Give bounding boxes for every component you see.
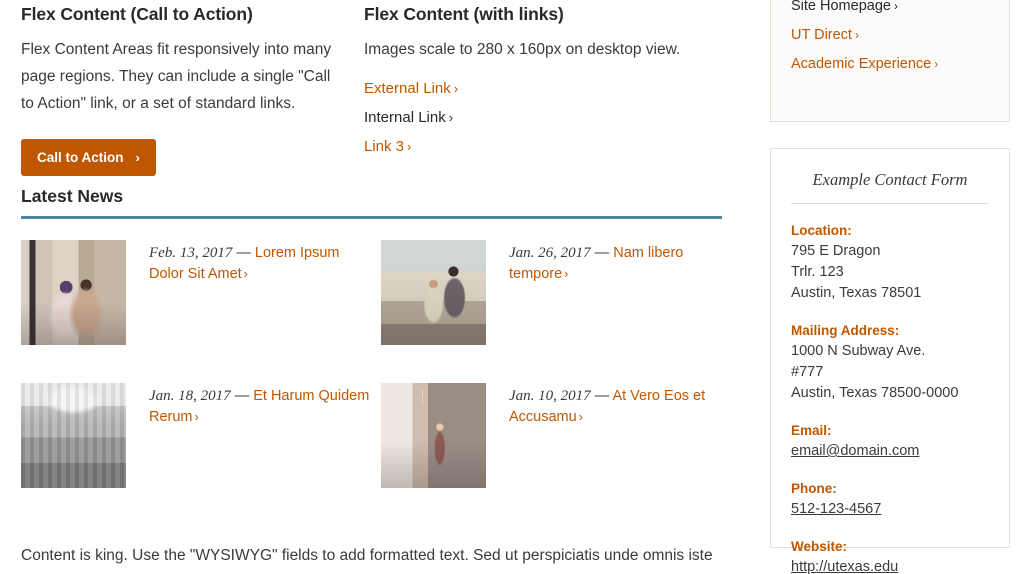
news-item-text: Feb. 13, 2017 — Lorem Ipsum Dolor Sit Am… [126, 240, 373, 345]
contact-value-line: Trlr. 123 [791, 264, 844, 280]
news-item[interactable]: Feb. 13, 2017 — Lorem Ipsum Dolor Sit Am… [0, 240, 373, 345]
sidebar-link-label: Site Homepage [791, 0, 891, 14]
news-item-dash: — [594, 388, 610, 404]
latest-news-heading: Latest News [21, 186, 124, 206]
main-content: Flex Content (Call to Action) Flex Conte… [0, 0, 746, 574]
chevron-right-icon: › [194, 410, 199, 424]
chevron-right-icon: › [453, 81, 459, 96]
right-sidebar: headline). Site Homepage› UT Direct› Aca… [746, 0, 1024, 574]
chevron-right-icon: › [448, 110, 454, 125]
chevron-right-icon: › [407, 139, 412, 154]
contact-block-website: Website: http://utexas.edu [791, 536, 989, 574]
news-item[interactable]: Jan. 10, 2017 — At Vero Eos et Accusamu › [373, 383, 746, 488]
flex-link-three-label: Link 3 [364, 138, 405, 155]
chevron-right-icon: › [564, 267, 569, 281]
contact-block-mailing-address: Mailing Address: 1000 N Subway Ave. #777… [791, 320, 989, 404]
news-thumbnail-image [381, 240, 486, 345]
flex-link-three[interactable]: Link 3 › [364, 133, 716, 161]
sidebar-link-academic-experience[interactable]: Academic Experience › [791, 50, 989, 79]
flex-content-links: Flex Content (with links) Images scale t… [356, 4, 726, 176]
news-item-date: Jan. 10, 2017 [509, 388, 591, 404]
flex-cta-body: Flex Content Areas fit responsively into… [21, 41, 332, 112]
chevron-right-icon: › [578, 410, 583, 424]
contact-phone-link[interactable]: 512-123-4567 [791, 499, 881, 520]
chevron-right-icon: › [243, 267, 248, 281]
contact-label: Location: [791, 223, 852, 238]
chevron-right-icon: › [854, 28, 859, 42]
news-item-date: Jan. 18, 2017 [149, 388, 231, 404]
flex-content-cta: Flex Content (Call to Action) Flex Conte… [0, 4, 356, 176]
news-item-dash: — [236, 245, 251, 261]
flex-link-external-label: External Link [364, 80, 451, 97]
news-item-text: Jan. 18, 2017 — Et Harum Quidem Rerum › [126, 383, 373, 488]
contact-form-card: Example Contact Form Location: 795 E Dra… [770, 148, 1010, 574]
news-item-date: Jan. 26, 2017 [509, 245, 591, 261]
page-root: Flex Content (Call to Action) Flex Conte… [0, 0, 1024, 574]
flex-link-internal-label: Internal Link [364, 109, 446, 126]
contact-email-link[interactable]: email@domain.com [791, 441, 919, 462]
contact-block-email: Email: email@domain.com [791, 420, 989, 462]
news-item-text: Jan. 10, 2017 — At Vero Eos et Accusamu › [486, 383, 746, 488]
contact-value-line: Austin, Texas 78501 [791, 285, 922, 301]
flex-content-row: Flex Content (Call to Action) Flex Conte… [0, 0, 746, 176]
sidebar-link-site-homepage[interactable]: Site Homepage › [791, 0, 989, 21]
sidebar-link-label: Academic Experience [791, 56, 932, 72]
contact-label: Email: [791, 423, 832, 438]
contact-divider [791, 203, 989, 204]
latest-news-section: Latest News Feb. 13, 2017 — Lorem Ipsum … [0, 186, 746, 526]
flex-cta-title: Flex Content (Call to Action) [21, 4, 253, 24]
contact-form-title: Example Contact Form [812, 170, 968, 189]
contact-value-line: Austin, Texas 78500-0000 [791, 385, 959, 401]
news-item-text: Jan. 26, 2017 — Nam libero tempore › [486, 240, 746, 345]
call-to-action-button[interactable]: Call to Action › [21, 139, 156, 176]
news-item[interactable]: Jan. 18, 2017 — Et Harum Quidem Rerum › [0, 383, 373, 488]
flex-link-internal[interactable]: Internal Link › [364, 104, 716, 132]
news-grid: Feb. 13, 2017 — Lorem Ipsum Dolor Sit Am… [0, 219, 746, 526]
news-item-date: Feb. 13, 2017 [149, 245, 233, 261]
chevron-right-icon: › [135, 150, 140, 165]
contact-value-line: 1000 N Subway Ave. [791, 343, 926, 359]
chevron-right-icon: › [893, 0, 898, 13]
news-item[interactable]: Jan. 26, 2017 — Nam libero tempore › [373, 240, 746, 345]
flex-link-list: External Link › Internal Link › Link 3 › [364, 75, 716, 161]
news-item-dash: — [594, 245, 610, 261]
sidebar-link-ut-direct[interactable]: UT Direct › [791, 21, 989, 50]
news-thumbnail-image [381, 383, 486, 488]
cta-button-label: Call to Action [37, 150, 124, 165]
flex-links-title: Flex Content (with links) [364, 4, 564, 24]
flex-links-body: Images scale to 280 x 160px on desktop v… [364, 41, 681, 58]
chevron-right-icon: › [934, 57, 939, 71]
news-item-dash: — [234, 388, 250, 404]
flex-link-external[interactable]: External Link › [364, 75, 716, 103]
contact-value-line: 795 E Dragon [791, 243, 881, 259]
news-thumbnail-image [21, 240, 126, 345]
contact-label: Mailing Address: [791, 323, 900, 338]
contact-label: Phone: [791, 481, 837, 496]
news-thumbnail-image [21, 383, 126, 488]
contact-label: Website: [791, 539, 848, 554]
contact-block-phone: Phone: 512-123-4567 [791, 478, 989, 520]
sidebar-links-card: headline). Site Homepage› UT Direct› Aca… [770, 0, 1010, 122]
contact-block-location: Location: 795 E Dragon Trlr. 123 Austin,… [791, 220, 989, 304]
sidebar-link-label: UT Direct [791, 27, 852, 43]
contact-value-line: #777 [791, 364, 824, 380]
bottom-paragraph: Content is king. Use the "WYSIWYG" field… [21, 546, 713, 574]
contact-website-link[interactable]: http://utexas.edu [791, 557, 898, 574]
